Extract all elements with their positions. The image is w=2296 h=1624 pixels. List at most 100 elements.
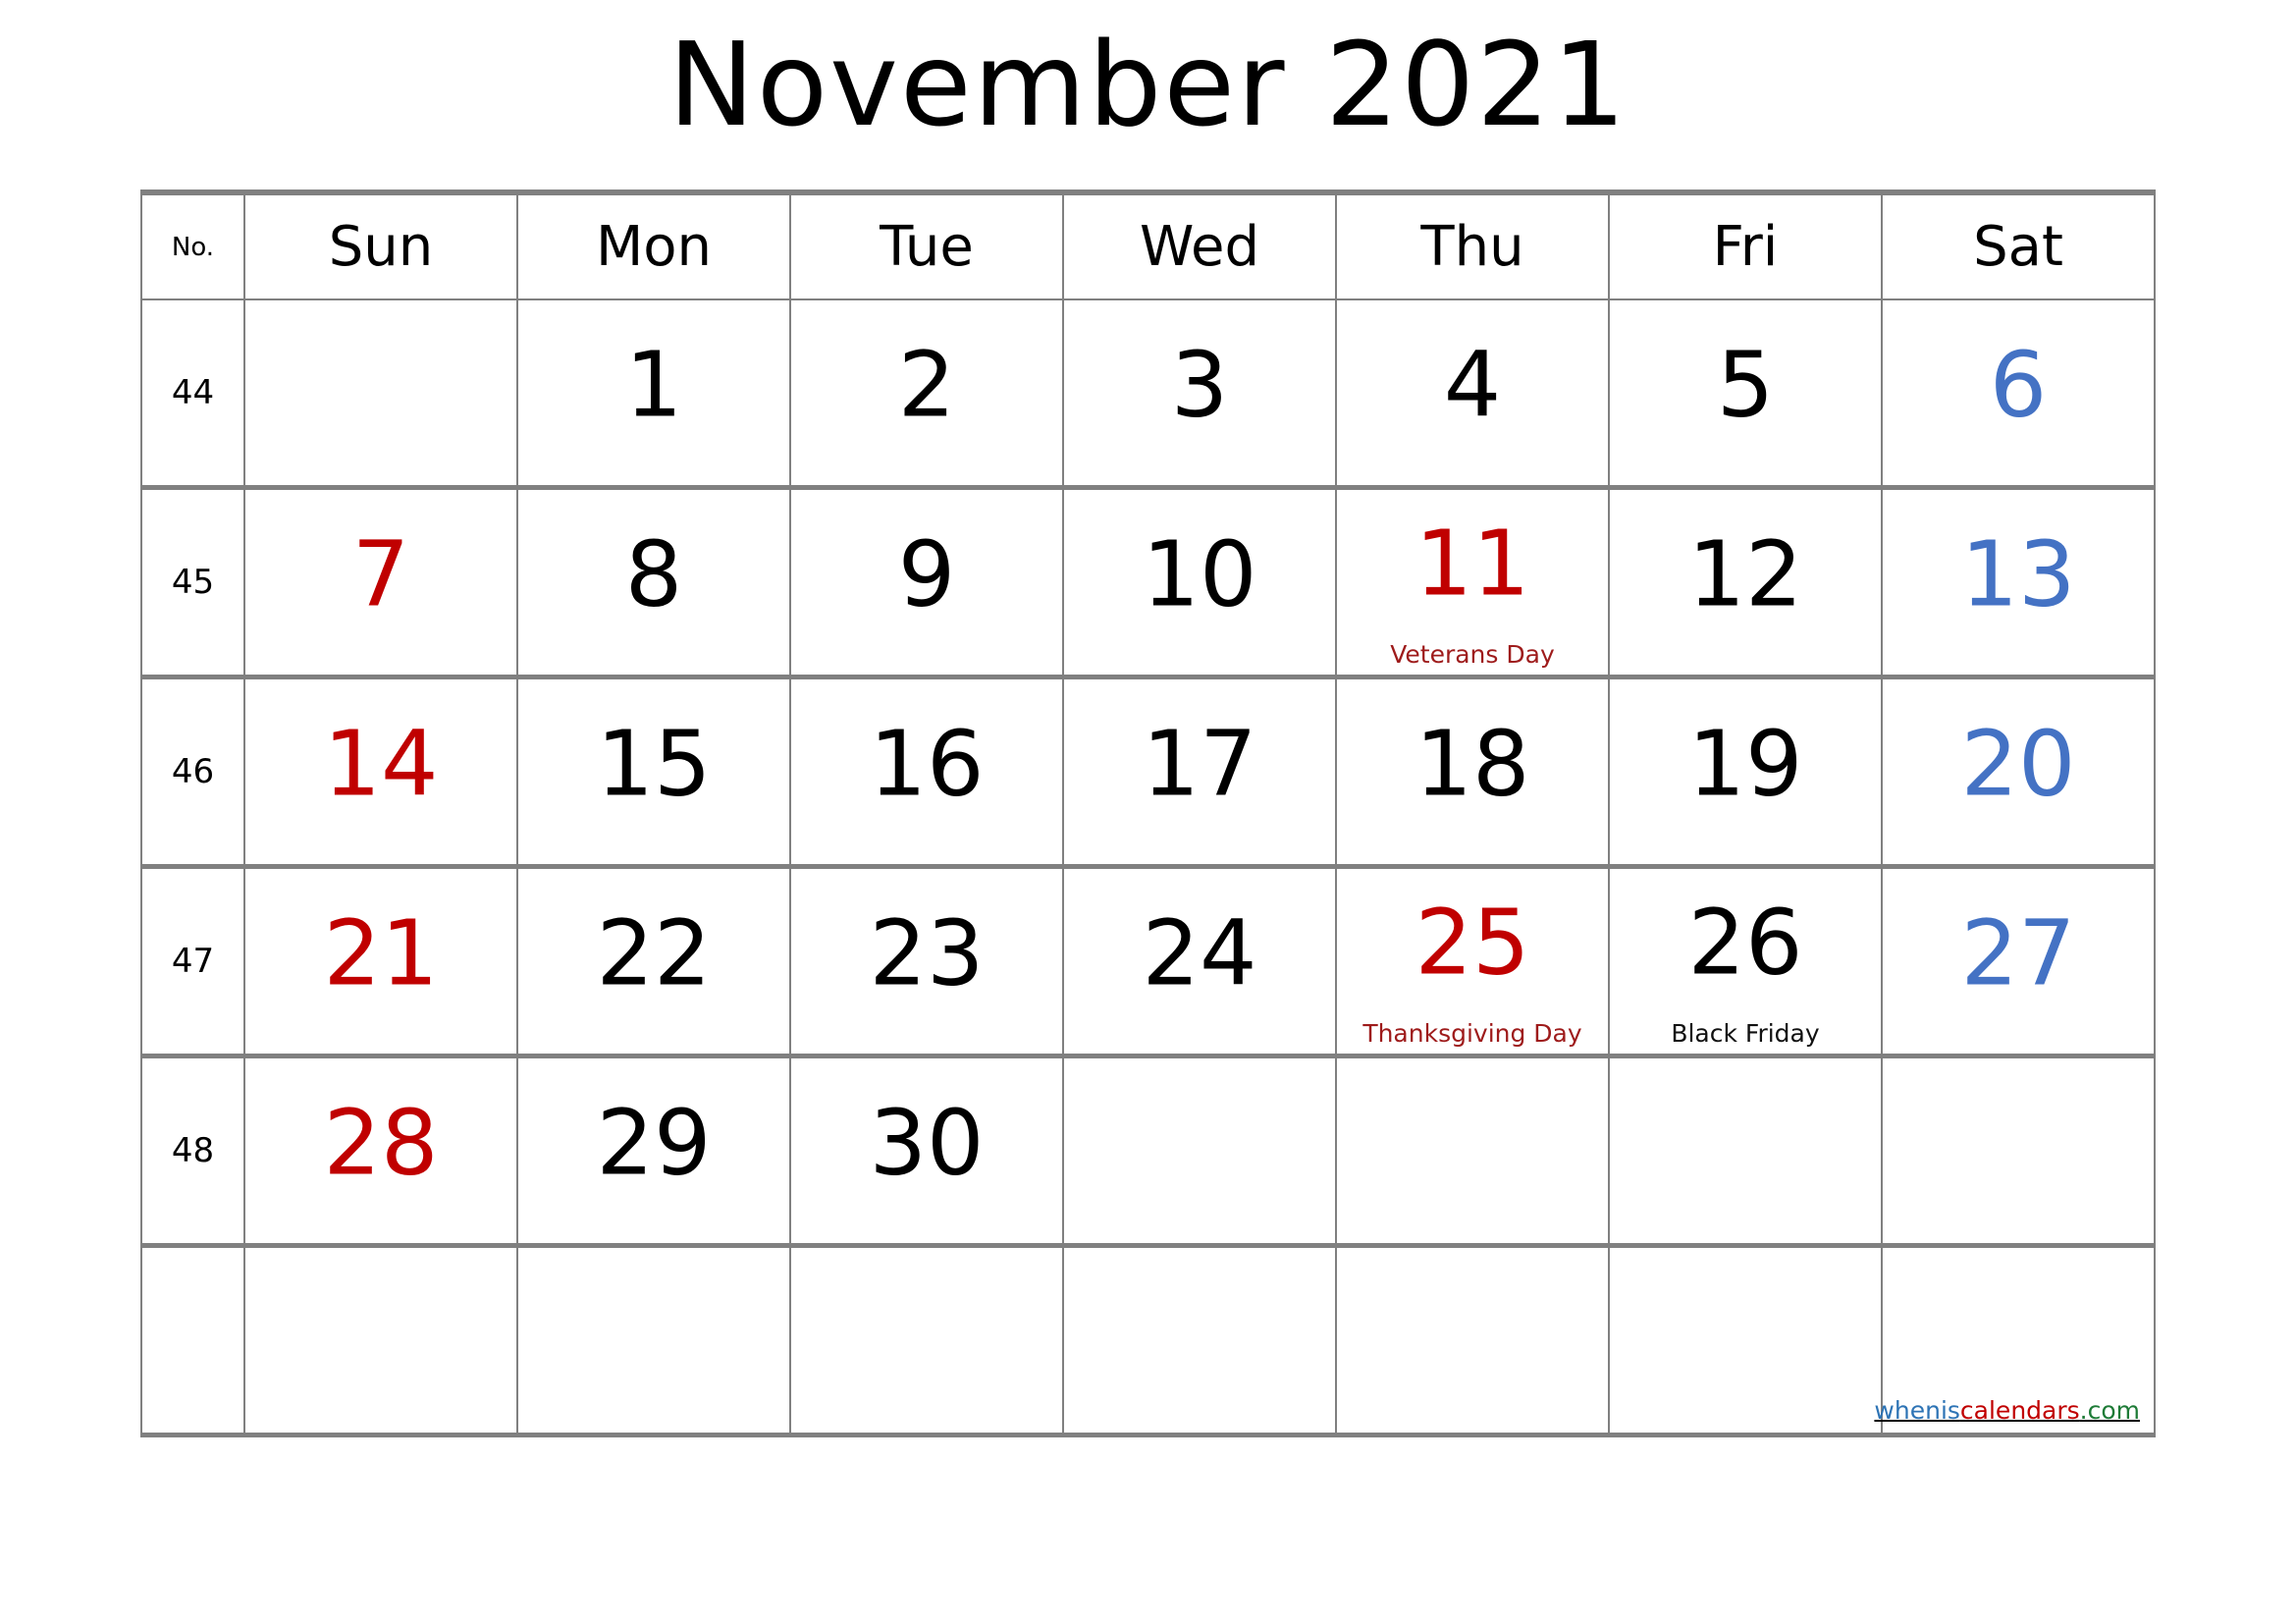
calendar-week-row: 47 21 22 23 24 25 Thanksgiving Day 26 Black Frid… [140, 864, 2156, 1058]
day-header-label: Mon [595, 214, 713, 279]
day-cell[interactable]: 22 [516, 864, 791, 1058]
day-cell[interactable] [1881, 1054, 2156, 1248]
day-header-label: Tue [880, 214, 974, 279]
day-number: 3 [1170, 332, 1229, 438]
day-cell[interactable]: 19 [1608, 675, 1883, 869]
week-number-value: 46 [171, 752, 215, 791]
day-number: 14 [323, 711, 439, 817]
day-cell[interactable]: 16 [789, 675, 1064, 869]
calendar-week-row: 46 14 15 16 17 18 19 20 [140, 675, 2156, 869]
watermark-part-2: calendars [1959, 1396, 2080, 1425]
day-cell[interactable]: 17 [1062, 675, 1337, 869]
day-cell[interactable] [1335, 1054, 1610, 1248]
day-cell[interactable] [243, 1243, 518, 1437]
day-cell-content [1064, 1248, 1335, 1433]
day-cell[interactable]: 13 [1881, 485, 2156, 679]
day-cell[interactable]: 15 [516, 675, 791, 869]
week-number-cell [140, 1243, 245, 1437]
day-cell-content: 27 [1883, 869, 2154, 1054]
watermark-part-3: .com [2079, 1396, 2140, 1425]
day-cell[interactable] [1335, 1243, 1610, 1437]
calendar-page: November 2021 No. Sun Mon Tue Wed Thu Fri Sat 4… [0, 0, 2296, 1624]
day-cell[interactable]: 6 [1881, 298, 2156, 490]
day-number: 16 [869, 711, 985, 817]
day-cell[interactable]: 4 [1335, 298, 1610, 490]
day-number: 15 [596, 711, 712, 817]
day-cell[interactable]: 2 [789, 298, 1064, 490]
day-cell-content: 6 [1883, 300, 2154, 485]
day-cell[interactable]: 25 Thanksgiving Day [1335, 864, 1610, 1058]
calendar-header-row: No. Sun Mon Tue Wed Thu Fri Sat [140, 189, 2156, 300]
day-cell[interactable]: 27 [1881, 864, 2156, 1058]
site-watermark[interactable]: wheniscalendars.com [1874, 1398, 2140, 1423]
day-cell-content: 21 [245, 869, 516, 1054]
day-cell[interactable]: 1 [516, 298, 791, 490]
day-cell-content [1610, 1058, 1881, 1243]
day-cell[interactable] [516, 1243, 791, 1437]
calendar-grid: No. Sun Mon Tue Wed Thu Fri Sat 44 1 2 3 4 5 6 45 7 8 9 10… [140, 189, 2156, 1437]
day-number: 25 [1415, 890, 1530, 996]
day-number: 26 [1687, 890, 1803, 996]
day-cell[interactable]: 5 [1608, 298, 1883, 490]
day-cell-content [1610, 1248, 1881, 1433]
day-header-label: Sun [328, 214, 434, 279]
day-number: 23 [869, 900, 985, 1006]
day-cell[interactable]: 21 [243, 864, 518, 1058]
day-cell[interactable]: 7 [243, 485, 518, 679]
day-cell[interactable] [789, 1243, 1064, 1437]
day-cell[interactable] [1062, 1243, 1337, 1437]
day-cell[interactable]: 30 [789, 1054, 1064, 1248]
day-cell-content: 7 [245, 490, 516, 675]
day-cell-content: 4 [1337, 300, 1608, 485]
day-cell[interactable]: 9 [789, 485, 1064, 679]
day-cell-content [791, 1248, 1062, 1433]
day-number: 20 [1960, 711, 2076, 817]
day-cell-content: 2 [791, 300, 1062, 485]
day-cell[interactable]: 28 [243, 1054, 518, 1248]
day-header-tue: Tue [789, 189, 1064, 300]
day-cell[interactable]: 24 [1062, 864, 1337, 1058]
day-cell[interactable]: 14 [243, 675, 518, 869]
day-cell-content: wheniscalendars.com [1874, 1248, 2154, 1433]
day-cell[interactable]: 20 [1881, 675, 2156, 869]
week-number-value: 45 [171, 563, 215, 602]
day-cell-content: 25 Thanksgiving Day [1337, 869, 1608, 1054]
day-cell[interactable]: 10 [1062, 485, 1337, 679]
day-header-wed: Wed [1062, 189, 1337, 300]
day-cell[interactable] [243, 298, 518, 490]
day-cell-content [1883, 1058, 2154, 1243]
day-number: 2 [897, 332, 956, 438]
watermark-part-1: whenis [1874, 1396, 1960, 1425]
day-cell-content [1337, 1248, 1608, 1433]
day-cell-content: 8 [518, 490, 789, 675]
day-number: 19 [1687, 711, 1803, 817]
day-cell[interactable]: 12 [1608, 485, 1883, 679]
day-cell[interactable]: 8 [516, 485, 791, 679]
day-cell[interactable]: 3 [1062, 298, 1337, 490]
day-number: 6 [1989, 332, 2048, 438]
day-number: 8 [624, 521, 683, 627]
day-cell-content [245, 300, 516, 485]
day-cell-content: 13 [1883, 490, 2154, 675]
day-cell[interactable] [1608, 1243, 1883, 1437]
day-cell-content: 16 [791, 679, 1062, 864]
day-cell[interactable]: 23 [789, 864, 1064, 1058]
day-number: 21 [323, 900, 439, 1006]
day-cell-content: 12 [1610, 490, 1881, 675]
week-number-cell: 44 [140, 298, 245, 490]
day-header-sun: Sun [243, 189, 518, 300]
day-cell[interactable]: wheniscalendars.com [1874, 1243, 2156, 1437]
day-cell-content: 11 Veterans Day [1337, 490, 1608, 675]
day-cell-content: 29 [518, 1058, 789, 1243]
day-cell[interactable] [1608, 1054, 1883, 1248]
week-number-cell: 46 [140, 675, 245, 869]
day-cell[interactable]: 18 [1335, 675, 1610, 869]
day-cell[interactable]: 11 Veterans Day [1335, 485, 1610, 679]
day-number: 30 [869, 1090, 985, 1196]
day-cell[interactable] [1062, 1054, 1337, 1248]
calendar-week-row: 44 1 2 3 4 5 6 [140, 298, 2156, 490]
day-cell[interactable]: 29 [516, 1054, 791, 1248]
day-header-label: Wed [1139, 214, 1260, 279]
day-cell[interactable]: 26 Black Friday [1608, 864, 1883, 1058]
calendar-week-row: wheniscalendars.com [140, 1243, 2156, 1437]
